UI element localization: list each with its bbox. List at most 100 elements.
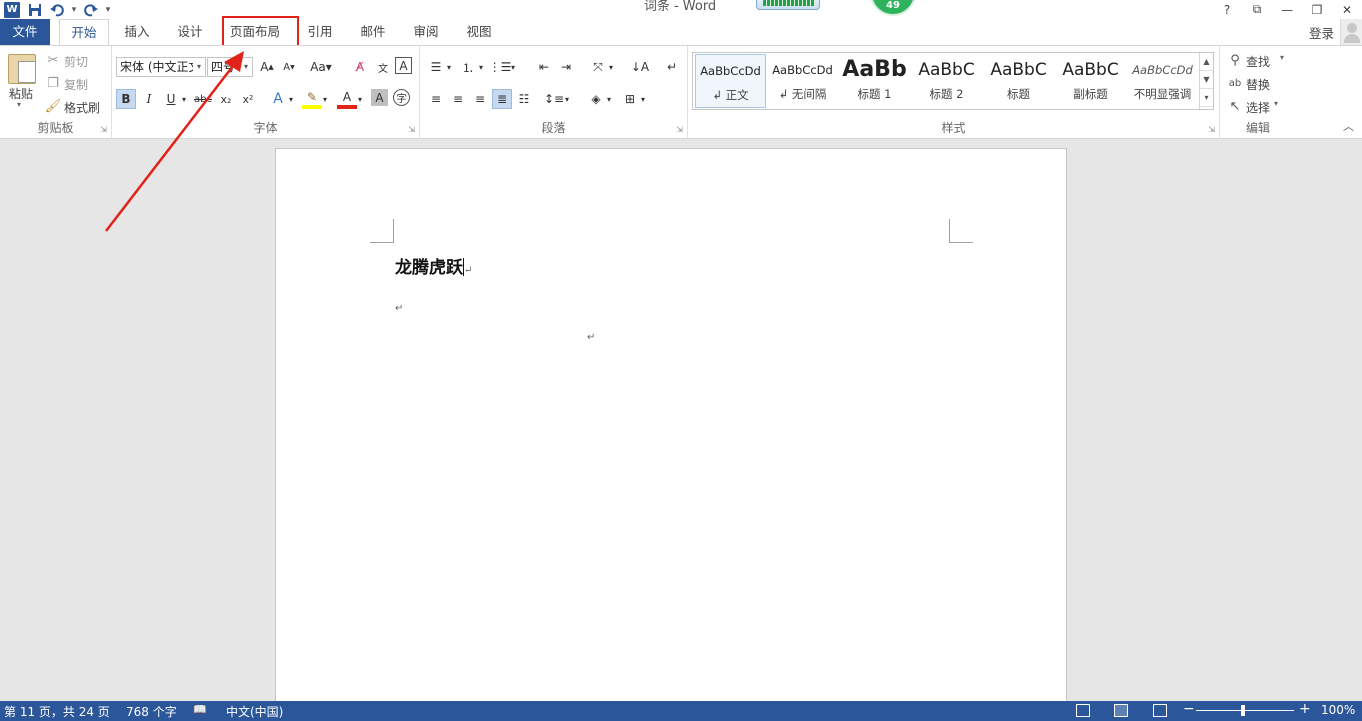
bullets-dropdown-icon[interactable]: ▾: [444, 57, 454, 77]
align-right-icon[interactable]: ≡: [470, 89, 490, 109]
font-color-dropdown-icon[interactable]: ▾: [355, 89, 365, 109]
borders-icon[interactable]: ⊞: [620, 89, 640, 109]
page-count[interactable]: 第 11 页，共 24 页: [4, 703, 110, 720]
zoom-out-button[interactable]: −: [1183, 701, 1195, 717]
paste-dropdown-icon[interactable]: ▾: [17, 100, 21, 109]
help-button[interactable]: ?: [1212, 0, 1242, 19]
align-left-icon[interactable]: ≡: [426, 89, 446, 109]
network-meter-widget[interactable]: [756, 0, 820, 10]
font-size-combo[interactable]: 四号 ▾: [207, 57, 253, 77]
align-center-icon[interactable]: ≡: [448, 89, 468, 109]
paragraph-launcher-icon[interactable]: ⇲: [676, 125, 683, 134]
undo-icon[interactable]: [46, 0, 68, 19]
numbering-icon[interactable]: ⒈: [458, 57, 478, 77]
ribbon-display-options-button[interactable]: ⧉: [1242, 0, 1272, 19]
minimize-button[interactable]: —: [1272, 0, 1302, 19]
find-button[interactable]: 查找: [1246, 53, 1270, 70]
gallery-up-icon[interactable]: ▲: [1200, 53, 1213, 71]
change-case-icon[interactable]: Aa▾: [308, 57, 334, 77]
grow-font-icon[interactable]: A ▲: [257, 57, 277, 77]
text-effects-icon[interactable]: A: [268, 89, 288, 109]
find-dropdown-icon[interactable]: ▾: [1280, 53, 1284, 62]
tab-home[interactable]: 开始: [59, 19, 109, 46]
shrink-font-icon[interactable]: A ▼: [279, 57, 299, 77]
clear-formatting-icon[interactable]: A̸: [350, 57, 370, 77]
tab-references[interactable]: 引用: [297, 19, 343, 45]
style-no-spacing[interactable]: AaBbCcDd ↲ 无间隔: [767, 54, 838, 108]
gallery-down-icon[interactable]: ▼: [1200, 71, 1213, 89]
document-workspace[interactable]: 龙腾虎跃↵ ↵ ↵: [0, 139, 1362, 708]
enclose-characters-icon[interactable]: 字: [393, 89, 410, 106]
font-launcher-icon[interactable]: ⇲: [408, 125, 415, 134]
login-link[interactable]: 登录: [1309, 23, 1334, 42]
tab-view[interactable]: 视图: [456, 19, 502, 45]
cut-button[interactable]: 剪切: [64, 53, 88, 70]
select-dropdown-icon[interactable]: ▾: [1274, 99, 1278, 108]
format-painter-button[interactable]: 格式刷: [64, 99, 100, 116]
text-effects-dropdown-icon[interactable]: ▾: [286, 89, 296, 109]
style-heading-1[interactable]: AaBb 标题 1: [839, 54, 910, 108]
bold-icon[interactable]: B: [116, 89, 136, 109]
show-marks-icon[interactable]: ↵: [662, 57, 682, 77]
zoom-level[interactable]: 100%: [1321, 703, 1355, 717]
select-button[interactable]: 选择: [1246, 99, 1270, 116]
distributed-icon[interactable]: ☷: [514, 89, 534, 109]
replace-button[interactable]: 替换: [1246, 76, 1270, 93]
increase-indent-icon[interactable]: ⇥: [556, 57, 576, 77]
justify-icon[interactable]: ≣: [492, 89, 512, 109]
zoom-in-button[interactable]: +: [1299, 701, 1311, 717]
line-spacing-icon[interactable]: ↕≡: [544, 89, 564, 109]
style-normal[interactable]: AaBbCcDd ↲ 正文: [695, 54, 766, 108]
underline-dropdown-icon[interactable]: ▾: [179, 89, 189, 109]
style-subtle-emphasis[interactable]: AaBbCcDd 不明显强调: [1127, 54, 1198, 108]
sort-icon[interactable]: ↓A: [630, 57, 650, 77]
tab-insert[interactable]: 插入: [114, 19, 160, 45]
redo-icon[interactable]: [80, 0, 102, 19]
zoom-slider-thumb[interactable]: [1241, 705, 1245, 716]
customize-qat-icon[interactable]: ▾: [102, 0, 114, 19]
language-indicator[interactable]: 中文(中国): [226, 703, 283, 720]
superscript-icon[interactable]: x²: [238, 89, 258, 109]
character-shading-icon[interactable]: A: [371, 89, 388, 106]
italic-icon[interactable]: I: [139, 89, 159, 109]
save-icon[interactable]: [24, 0, 46, 19]
underline-icon[interactable]: U: [161, 89, 181, 109]
font-name-combo[interactable]: 宋体 (中文正文 ▾: [116, 57, 206, 77]
read-mode-icon[interactable]: [1076, 704, 1090, 717]
word-logo-icon[interactable]: W: [4, 1, 20, 18]
web-layout-icon[interactable]: [1153, 704, 1167, 717]
shading-dropdown-icon[interactable]: ▾: [604, 89, 614, 109]
chinese-layout-dropdown-icon[interactable]: ▾: [606, 57, 616, 77]
bullets-icon[interactable]: ☰: [426, 57, 446, 77]
borders-dropdown-icon[interactable]: ▾: [638, 89, 648, 109]
numbering-dropdown-icon[interactable]: ▾: [476, 57, 486, 77]
clipboard-launcher-icon[interactable]: ⇲: [100, 125, 107, 134]
font-color-icon[interactable]: A: [337, 89, 357, 109]
tab-mailings[interactable]: 邮件: [350, 19, 396, 45]
chinese-layout-icon[interactable]: ⤧: [588, 57, 608, 77]
multilevel-list-icon[interactable]: ⋮☰: [489, 57, 512, 77]
style-title[interactable]: AaBbC 标题: [983, 54, 1054, 108]
highlight-dropdown-icon[interactable]: ▾: [320, 89, 330, 109]
strikethrough-icon[interactable]: abc: [193, 89, 213, 109]
multilevel-dropdown-icon[interactable]: ▾: [508, 57, 518, 77]
character-border-icon[interactable]: A: [395, 57, 412, 74]
shading-icon[interactable]: ◈: [586, 89, 606, 109]
tab-design[interactable]: 设计: [167, 19, 213, 45]
document-text-line[interactable]: 龙腾虎跃↵: [395, 253, 472, 278]
style-subtitle[interactable]: AaBbC 副标题: [1055, 54, 1126, 108]
avatar[interactable]: [1340, 19, 1362, 45]
collapse-ribbon-icon[interactable]: ︿: [1343, 118, 1354, 134]
subscript-icon[interactable]: x₂: [216, 89, 236, 109]
word-count[interactable]: 768 个字: [126, 703, 177, 720]
decrease-indent-icon[interactable]: ⇤: [534, 57, 554, 77]
style-heading-2[interactable]: AaBbC 标题 2: [911, 54, 982, 108]
highlight-color-icon[interactable]: ✎: [302, 89, 322, 109]
copy-button[interactable]: 复制: [64, 76, 88, 93]
speed-badge[interactable]: 49: [870, 0, 916, 16]
paste-icon[interactable]: [8, 54, 36, 84]
line-spacing-dropdown-icon[interactable]: ▾: [562, 89, 572, 109]
close-button[interactable]: ✕: [1332, 0, 1362, 19]
tab-file[interactable]: 文件: [0, 19, 50, 45]
print-layout-icon[interactable]: [1114, 704, 1128, 717]
